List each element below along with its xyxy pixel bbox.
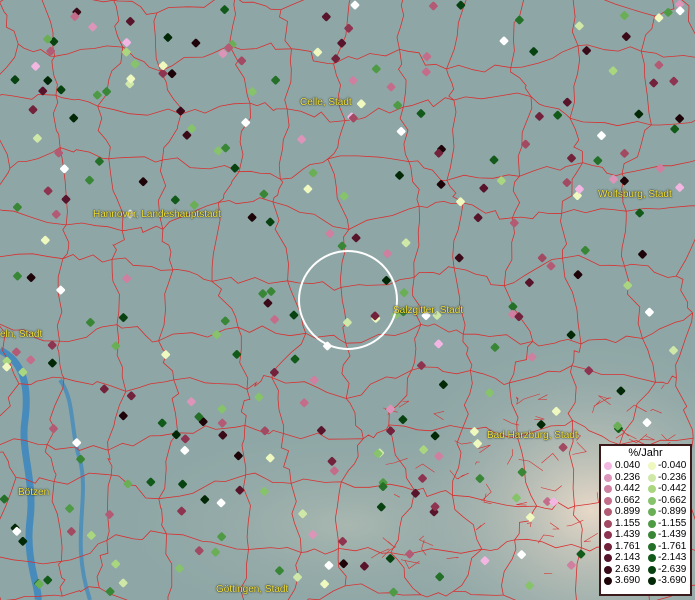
legend-rows: 0.040 -0.040 0.236 -0.236 0.442 -0.442 0.662 -0… bbox=[601, 460, 690, 587]
legend-value-positive: 2.143 bbox=[615, 552, 641, 563]
legend-value-positive: 2.639 bbox=[615, 563, 641, 575]
legend-swatch-positive bbox=[604, 508, 612, 516]
legend-value-negative: -0.236 bbox=[658, 471, 687, 483]
legend-swatch-negative bbox=[648, 508, 656, 516]
legend-swatch-negative bbox=[648, 554, 656, 562]
legend-swatch-positive bbox=[604, 462, 612, 470]
legend-value-positive: 1.439 bbox=[615, 529, 641, 540]
legend-swatch-positive bbox=[604, 531, 612, 539]
legend-swatch-negative bbox=[648, 565, 656, 574]
legend-swatch-negative bbox=[648, 542, 656, 551]
legend-value-positive: 0.040 bbox=[615, 460, 641, 471]
legend-swatch-positive bbox=[604, 554, 612, 562]
city-label-hameln: eln, Stadt bbox=[0, 329, 43, 340]
city-label-wolfsburg: Wolfsburg, Stadt bbox=[598, 189, 672, 200]
legend-row: 0.442 -0.442 bbox=[601, 483, 690, 495]
legend-row: 0.899 -0.899 bbox=[601, 506, 690, 518]
legend-value-negative: -3.690 bbox=[658, 575, 687, 586]
legend-row: 0.662 -0.662 bbox=[601, 495, 690, 507]
legend-swatch-negative bbox=[648, 531, 656, 539]
legend-swatch-positive bbox=[604, 473, 612, 482]
legend-row: 0.040 -0.040 bbox=[601, 460, 690, 472]
city-label-salzgitter: Salzgitter, Stadt bbox=[393, 305, 464, 316]
legend-value-negative: -0.040 bbox=[658, 460, 687, 471]
legend-value-positive: 1.761 bbox=[615, 540, 641, 552]
map-canvas[interactable] bbox=[0, 0, 695, 600]
legend-row: 1.761 -1.761 bbox=[601, 541, 690, 553]
city-label-boetzen: Bötzen bbox=[18, 487, 50, 498]
legend-swatch-positive bbox=[604, 485, 612, 493]
legend-swatch-positive bbox=[604, 519, 612, 528]
legend-value-negative: -0.899 bbox=[658, 506, 687, 517]
legend-value-positive: 0.442 bbox=[615, 483, 641, 494]
legend-swatch-positive bbox=[604, 577, 612, 585]
legend-value-negative: -1.439 bbox=[658, 529, 687, 540]
legend-value-positive: 1.155 bbox=[615, 517, 641, 529]
legend-swatch-negative bbox=[648, 473, 656, 482]
legend: %/Jahr 0.040 -0.040 0.236 -0.236 0.442 -0.442… bbox=[599, 444, 692, 596]
legend-value-negative: -0.662 bbox=[658, 494, 687, 506]
legend-value-positive: 0.899 bbox=[615, 506, 641, 517]
legend-swatch-negative bbox=[648, 485, 656, 493]
legend-swatch-positive bbox=[604, 565, 612, 574]
legend-value-negative: -2.639 bbox=[658, 563, 687, 575]
legend-row: 1.155 -1.155 bbox=[601, 518, 690, 530]
legend-row: 3.690 -3.690 bbox=[601, 575, 690, 587]
legend-value-positive: 0.662 bbox=[615, 494, 641, 506]
legend-value-negative: -2.143 bbox=[658, 552, 687, 563]
legend-row: 2.143 -2.143 bbox=[601, 552, 690, 564]
legend-swatch-negative bbox=[648, 496, 656, 505]
legend-row: 0.236 -0.236 bbox=[601, 472, 690, 484]
legend-value-negative: -1.155 bbox=[658, 517, 687, 529]
legend-row: 2.639 -2.639 bbox=[601, 564, 690, 576]
legend-swatch-negative bbox=[648, 577, 656, 585]
city-label-celle: Celle, Stadt bbox=[300, 97, 352, 108]
city-label-goettingen: Göttingen, Stadt bbox=[216, 584, 289, 595]
legend-swatch-negative bbox=[648, 519, 656, 528]
legend-row: 1.439 -1.439 bbox=[601, 529, 690, 541]
legend-swatch-positive bbox=[604, 496, 612, 505]
legend-swatch-positive bbox=[604, 542, 612, 551]
legend-swatch-negative bbox=[648, 462, 656, 470]
city-label-bad-harzburg: Bad Harzburg, Stadt bbox=[487, 430, 578, 441]
legend-value-positive: 0.236 bbox=[615, 471, 641, 483]
legend-value-negative: -0.442 bbox=[658, 483, 687, 494]
legend-value-positive: 3.690 bbox=[615, 575, 641, 586]
legend-title: %/Jahr bbox=[628, 447, 663, 459]
legend-value-negative: -1.761 bbox=[658, 540, 687, 552]
city-label-hannover: Hannover, Landeshauptstadt bbox=[93, 209, 221, 220]
